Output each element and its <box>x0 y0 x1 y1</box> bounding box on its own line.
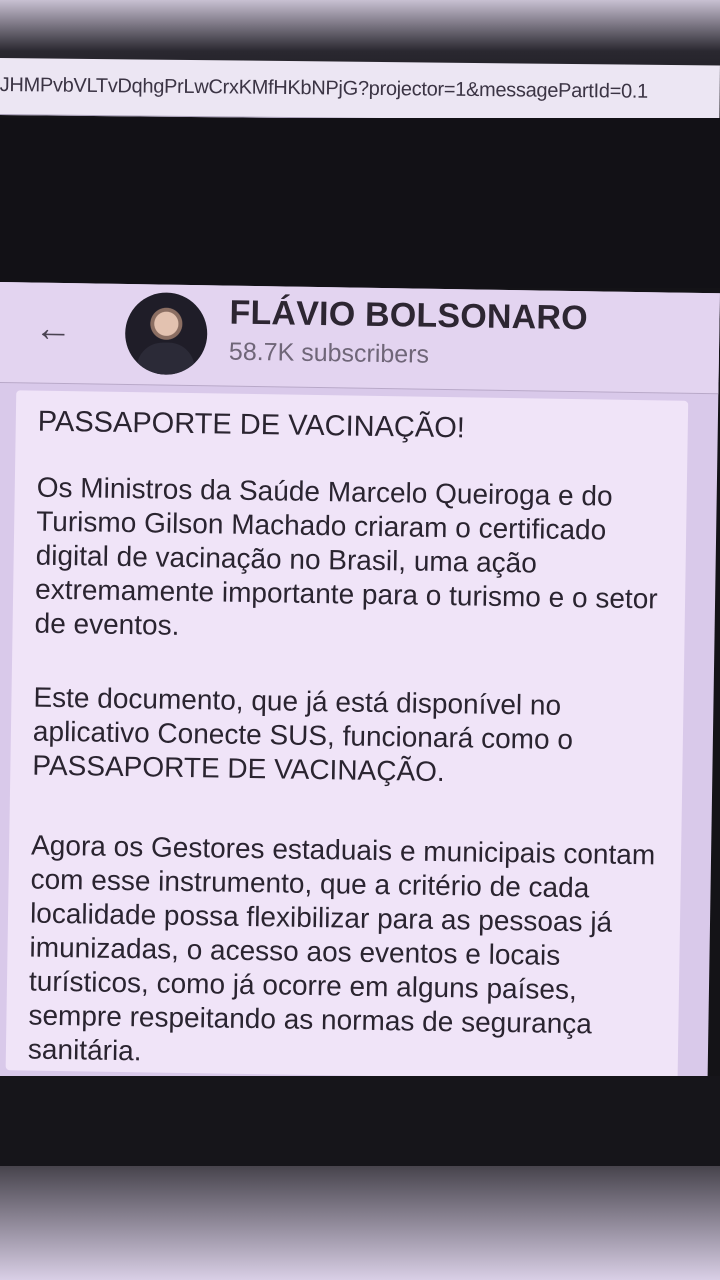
message-paragraph-3: Agora os Gestores estaduais e municipais… <box>27 829 656 1067</box>
telegram-channel-view: ← FLÁVIO BOLSONARO 58.7K subscribers PAS… <box>0 282 720 1094</box>
message-paragraph-1: Os Ministros da Saúde Marcelo Queiroga e… <box>34 471 658 641</box>
message-bubble: PASSAPORTE DE VACINAÇÃO! Os Ministros da… <box>5 390 689 1081</box>
address-bar[interactable]: JHMPvbVLTvDqhgPrLwCrxKMfHKbNPjG?projecto… <box>0 58 720 123</box>
message-title: PASSAPORTE DE VACINAÇÃO! <box>37 405 466 445</box>
monitor-bezel <box>0 118 720 288</box>
subscriber-count: 58.7K subscribers <box>228 337 430 369</box>
message-paragraph-2: Este documento, que já está disponível n… <box>32 681 574 788</box>
channel-header: ← FLÁVIO BOLSONARO 58.7K subscribers <box>0 282 720 395</box>
back-arrow-icon[interactable]: ← <box>31 306 76 351</box>
channel-title[interactable]: FLÁVIO BOLSONARO <box>229 294 588 339</box>
monitor-lower-bezel <box>0 1076 720 1166</box>
photo-of-screen: JHMPvbVLTvDqhgPrLwCrxKMfHKbNPjG?projecto… <box>0 0 720 1280</box>
url-text: JHMPvbVLTvDqhgPrLwCrxKMfHKbNPjG?projecto… <box>0 73 649 103</box>
channel-avatar[interactable] <box>124 291 208 376</box>
